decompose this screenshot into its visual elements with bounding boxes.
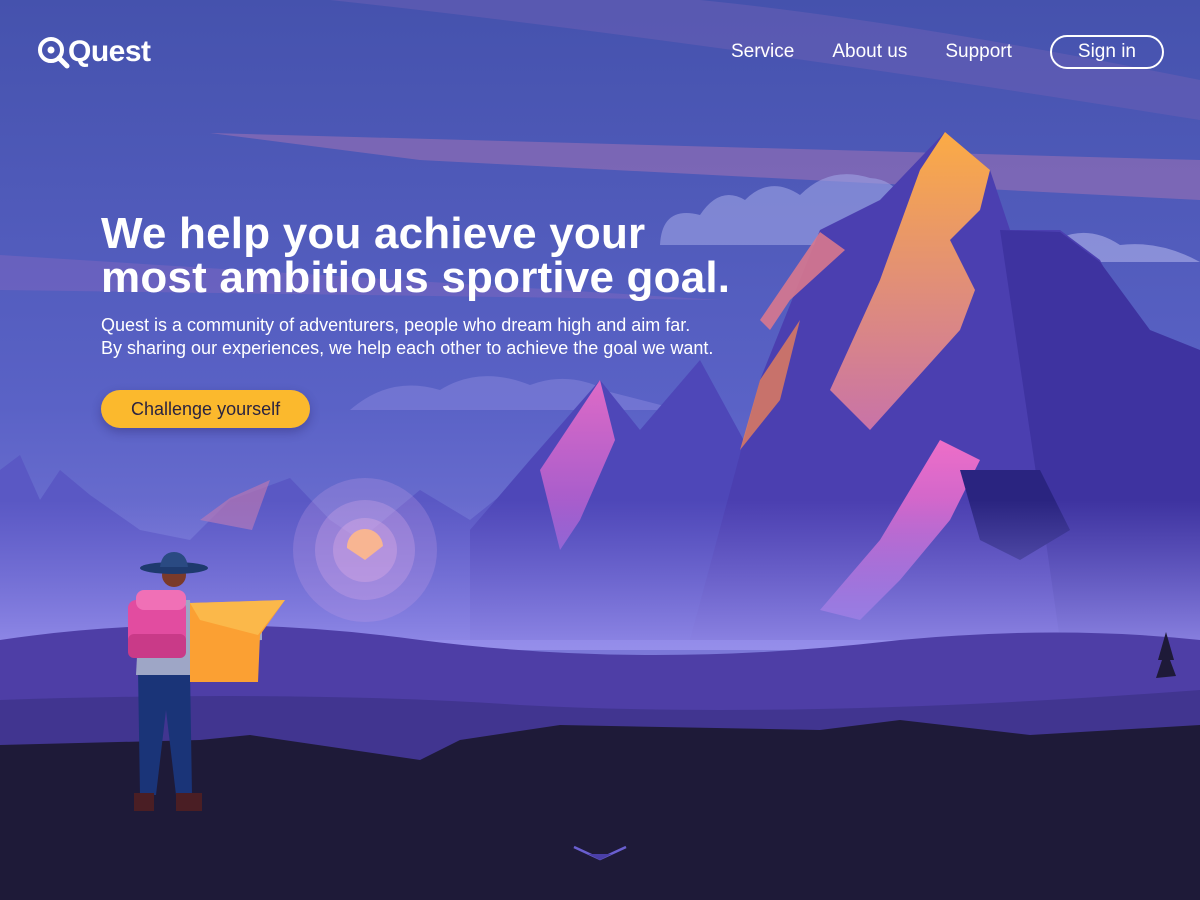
hero-description-line: By sharing our experiences, we help each…: [101, 338, 714, 358]
hero-section: We help you achieve your most ambitious …: [101, 212, 801, 428]
sign-in-button[interactable]: Sign in: [1049, 35, 1164, 69]
hero-illustration: [0, 0, 1200, 900]
search-magnifier-icon: [38, 37, 70, 69]
brand-name: Quest: [68, 35, 151, 68]
nav-service[interactable]: Service: [731, 35, 794, 69]
hero-headline-line: We help you achieve your: [101, 209, 646, 258]
nav-support[interactable]: Support: [945, 35, 1012, 69]
hiker-backpack-pocket: [128, 634, 186, 658]
main-nav: Service About us Support Sign in: [731, 35, 1164, 69]
hiker-bedroll: [136, 590, 186, 610]
hero-headline: We help you achieve your most ambitious …: [101, 212, 801, 300]
hiker-boot: [176, 793, 202, 811]
challenge-yourself-button[interactable]: Challenge yourself: [101, 390, 311, 428]
hiker-boot: [134, 793, 154, 811]
brand-logo[interactable]: Quest: [36, 30, 151, 74]
nav-about-us[interactable]: About us: [832, 35, 907, 69]
hero-description-line: Quest is a community of adventurers, peo…: [101, 315, 691, 335]
top-navigation: Quest Service About us Support Sign in: [0, 0, 1200, 100]
hero-description: Quest is a community of adventurers, peo…: [101, 314, 801, 360]
hero-headline-line: most ambitious sportive goal.: [101, 253, 731, 302]
chevron-down-icon[interactable]: [572, 843, 628, 863]
